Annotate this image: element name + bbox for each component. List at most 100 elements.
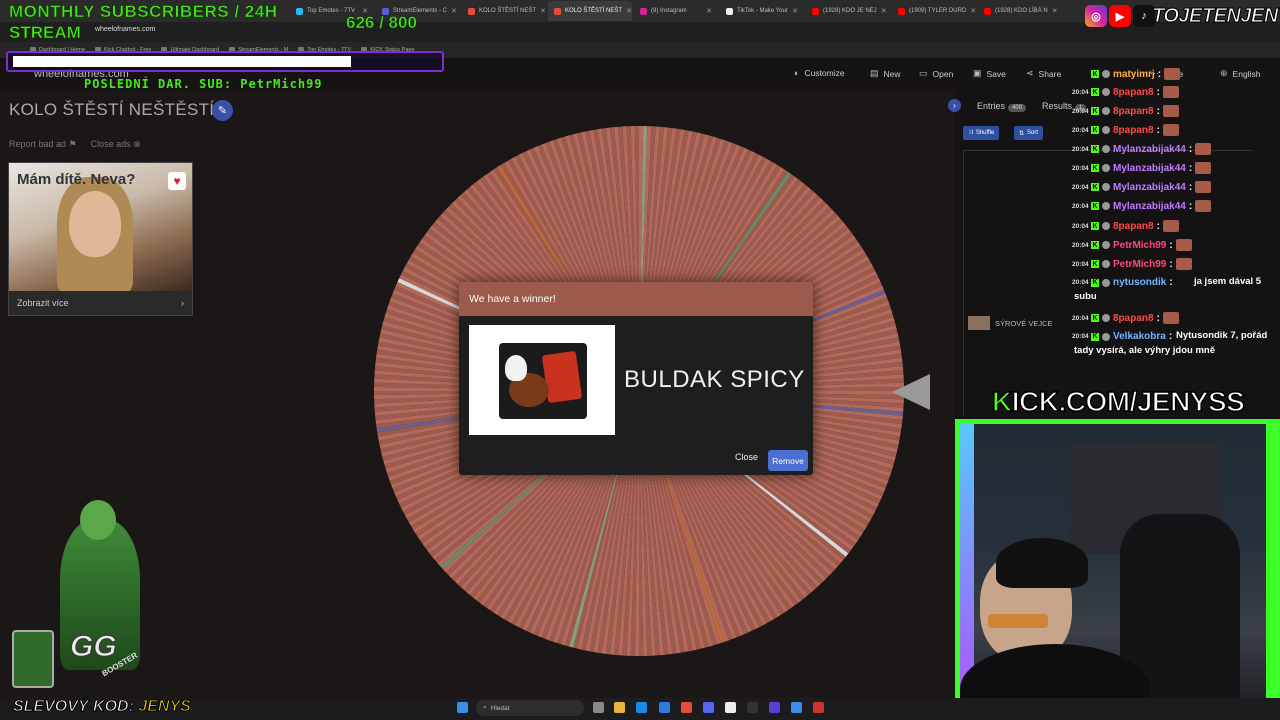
chat-username[interactable]: 8papan8 <box>1113 87 1154 98</box>
nav-customize-button[interactable]: ◐ Customize <box>794 68 845 78</box>
close-tab-icon[interactable]: ✕ <box>706 7 712 15</box>
chat-message: 20:04 K 8papan8: <box>1072 105 1179 117</box>
chat-message: 20:04 K Mylanzabijak44: <box>1072 143 1212 155</box>
chat-message: 20:04 K 8papan8: <box>1072 312 1179 324</box>
browser-tab[interactable]: (9) Instagram ✕ <box>634 1 718 21</box>
sub-badge-icon <box>1102 202 1110 210</box>
notepad-icon[interactable] <box>791 702 802 713</box>
chat-time: 20:04 <box>1072 126 1089 134</box>
promo-code: JENYS <box>138 698 191 716</box>
globe-icon: ⊕ <box>1220 68 1228 78</box>
task-view-icon[interactable] <box>593 702 604 713</box>
nav-button-label: New <box>883 68 901 79</box>
address-bar-url[interactable]: wheelofnames.com <box>95 26 155 33</box>
close-ads-link[interactable]: Close ads ⊗ <box>91 139 141 150</box>
discord-icon[interactable] <box>703 702 714 713</box>
browser-tab[interactable]: KOLO ŠTĚSTÍ NEŠT ✕ <box>548 1 632 21</box>
webcam-feed <box>955 419 1280 720</box>
chat-emote-icon <box>1162 124 1179 136</box>
nav-button-label: Save <box>986 68 1006 79</box>
kick-badge-icon: K <box>1091 107 1099 115</box>
chat-username[interactable]: Mylanzabijak44 <box>1113 163 1186 174</box>
webcam-neon-light <box>1266 424 1280 720</box>
overlay-last-donation: POSLEDNÍ DAR. SUB: PetrMich99 <box>84 77 323 91</box>
chat-separator: : <box>1188 200 1193 212</box>
chat-username[interactable]: Mylanzabijak44 <box>1113 144 1186 155</box>
edge-icon[interactable] <box>636 702 647 713</box>
nav-english-button[interactable]: ⊕ English <box>1220 68 1260 79</box>
chat-username[interactable]: PetrMich99 <box>1113 240 1166 251</box>
nav-open-button[interactable]: ▭ Open <box>919 68 953 79</box>
close-circle-icon: ⊗ <box>133 139 141 149</box>
chat-time: 20:04 <box>1072 88 1089 96</box>
tab-results-label: Results <box>1042 100 1073 111</box>
close-tab-icon[interactable]: ✕ <box>881 7 887 15</box>
obs-icon[interactable] <box>747 702 758 713</box>
overlay-monthly-subs-label: MONTHLY SUBSCRIBERS / 24H <box>9 2 278 22</box>
tab-entries[interactable]: Entries 400 <box>977 100 1027 112</box>
ad-more-button[interactable]: Zobrazit více › <box>9 291 192 315</box>
heart-icon: ♥ <box>168 172 186 190</box>
close-button[interactable]: Close <box>735 452 758 462</box>
chat-username[interactable]: 8papan8 <box>1113 106 1154 117</box>
taskbar-search-placeholder: Hledat <box>490 704 510 712</box>
chat-emote-icon <box>1164 68 1181 80</box>
advertisement[interactable]: Mám dítě. Neva? ♥ Zobrazit více › <box>8 162 193 316</box>
browser-tab[interactable]: (1928) KDO LÍBÁ N ✕ <box>978 1 1062 21</box>
report-ad-link[interactable]: Report bad ad ⚑ <box>9 139 77 150</box>
sub-badge-icon <box>1102 260 1110 268</box>
tiktok-app-icon[interactable] <box>725 702 736 713</box>
store-icon[interactable] <box>659 702 670 713</box>
chat-emote-icon <box>1162 220 1179 232</box>
file-explorer-icon[interactable] <box>614 702 625 713</box>
browser-tab[interactable]: TikTok - Make Your ✕ <box>720 1 804 21</box>
chat-message-text: ja jsem dával 5 subu <box>1074 276 1262 302</box>
wheel-title: KOLO ŠTĚSTÍ NEŠTĚSTÍ <box>9 100 215 119</box>
chat-username[interactable]: 8papan8 <box>1113 125 1154 136</box>
tab-favicon-icon <box>468 7 475 15</box>
close-tab-icon[interactable]: ✕ <box>792 7 798 15</box>
browser-tab[interactable]: (1928) KDO JE NEJ ✕ <box>806 1 890 21</box>
browser-tab[interactable]: (1909) TYLER DURD ✕ <box>892 1 976 21</box>
sort-button[interactable]: ⇅ Sort <box>1014 126 1044 140</box>
save-icon: ▣ <box>973 68 982 78</box>
pencil-icon: ✎ <box>217 105 228 117</box>
nav-save-button[interactable]: ▣ Save <box>973 68 1006 79</box>
sub-badge-icon <box>1102 70 1110 78</box>
shuffle-button[interactable]: ⤨ Shuffle <box>963 126 1000 140</box>
app-icon[interactable] <box>769 702 780 713</box>
chat-username[interactable]: PetrMich99 <box>1113 259 1166 270</box>
close-tab-icon[interactable]: ✕ <box>970 7 976 15</box>
taskbar-search[interactable]: ⌕ Hledat <box>476 700 584 716</box>
close-tab-icon[interactable]: ✕ <box>540 7 546 15</box>
chrome-icon[interactable] <box>681 702 692 713</box>
streamer-bot-icon[interactable] <box>813 702 824 713</box>
browser-tab[interactable]: KOLO ŠTĚSTÍ NEŠT ✕ <box>462 1 546 21</box>
nav-new-button[interactable]: ▤ New <box>870 68 901 79</box>
chat-time: 20:04 <box>1072 202 1089 210</box>
remove-button[interactable]: Remove <box>768 450 808 471</box>
edit-title-button[interactable]: ✎ <box>212 100 233 121</box>
chat-time: 20:04 <box>1072 107 1089 115</box>
report-ad-label: Report bad ad <box>9 139 67 149</box>
chat-separator: : <box>1188 181 1193 193</box>
chat-username[interactable]: Mylanzabijak44 <box>1113 201 1186 212</box>
chat-username[interactable]: Mylanzabijak44 <box>1113 182 1186 193</box>
nav-share-button[interactable]: ⋖ Share <box>1026 68 1061 79</box>
chat-username[interactable]: matyimrj <box>1113 69 1155 80</box>
kick-badge-icon: K <box>1091 241 1099 249</box>
sub-badge-icon <box>1102 107 1110 115</box>
close-tab-icon[interactable]: ✕ <box>451 7 457 15</box>
tab-entries-label: Entries <box>977 100 1006 111</box>
collapse-panel-icon[interactable]: › <box>948 99 961 112</box>
close-tab-icon[interactable]: ✕ <box>626 7 632 15</box>
chat-separator: : <box>1169 239 1173 251</box>
chat-time: 20:04 <box>1072 241 1089 249</box>
ad-more-label: Zobrazit více <box>17 298 69 308</box>
chat-username[interactable]: 8papan8 <box>1113 313 1154 324</box>
entry-item: SÝROVÉ VEJCE <box>968 316 1053 330</box>
close-tab-icon[interactable]: ✕ <box>1052 7 1058 15</box>
chat-time: 20:04 <box>1072 222 1089 230</box>
start-icon[interactable] <box>457 702 468 713</box>
chat-username[interactable]: 8papan8 <box>1113 221 1154 232</box>
